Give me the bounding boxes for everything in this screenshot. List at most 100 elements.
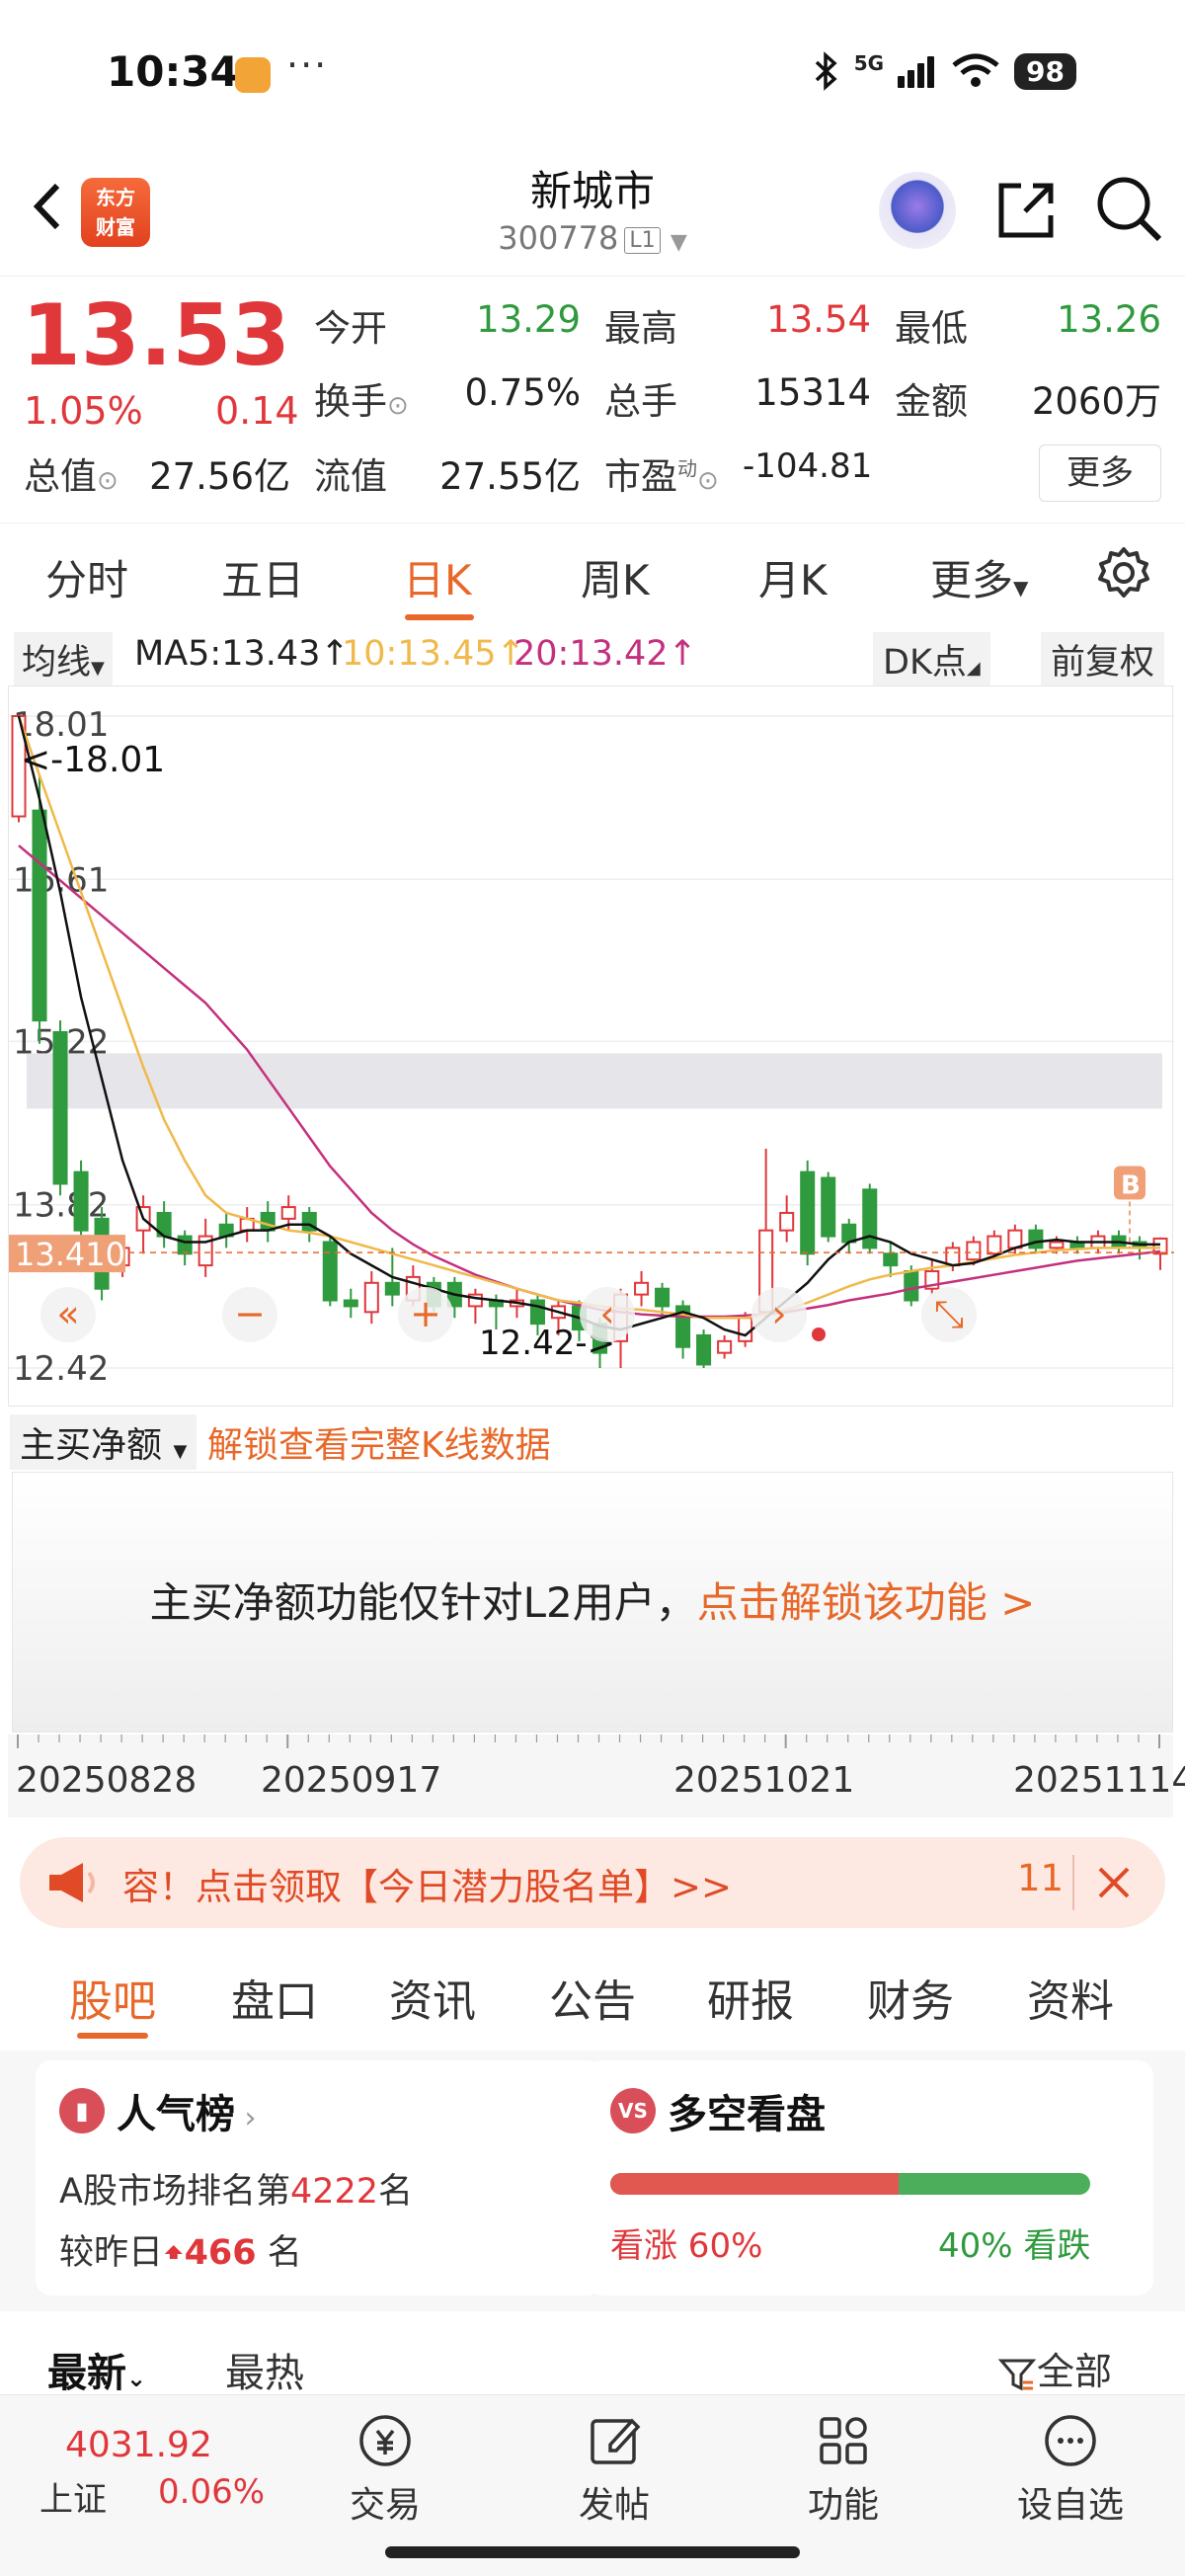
candle-body xyxy=(52,1030,68,1185)
candle-body xyxy=(73,1170,89,1232)
current-price: 13.53 xyxy=(22,286,291,385)
nav-trade[interactable]: 交易 xyxy=(316,2409,454,2528)
promo-banner[interactable]: 容！点击领取【今日潜力股名单】>> 11 xyxy=(20,1837,1165,1928)
tab-daily-k[interactable]: 日K xyxy=(403,547,472,607)
tab-more[interactable]: 更多▼ xyxy=(930,547,1028,607)
candle-body xyxy=(862,1188,878,1249)
l2-notice: 主买净额功能仅针对L2用户， xyxy=(149,1578,697,1627)
banner-count: 11 xyxy=(1017,1857,1065,1899)
tab-orderbook[interactable]: 盘口 xyxy=(231,1966,318,2029)
candle-body xyxy=(343,1299,358,1308)
pe-label[interactable]: 市盈动⊙ xyxy=(604,446,719,500)
sort-hot[interactable]: 最热 xyxy=(225,2341,304,2398)
index-name[interactable]: 上证 xyxy=(40,2472,107,2521)
candle-body xyxy=(966,1241,982,1261)
dk-point-button[interactable]: DK点◢ xyxy=(873,632,990,686)
battery-indicator: 98 xyxy=(1014,52,1076,90)
scroll-left-icon[interactable]: ‹ xyxy=(580,1287,635,1342)
more-quote-button[interactable]: 更多 xyxy=(1039,444,1161,502)
tab-weekly-k[interactable]: 周K xyxy=(581,547,650,607)
adjust-mode-button[interactable]: 前复权 xyxy=(1041,632,1165,686)
ma20-value: 20:13.42↑ xyxy=(514,634,697,674)
change-amount: 0.14 xyxy=(215,389,299,433)
nav-add-watchlist[interactable]: 设自选 xyxy=(1001,2409,1140,2528)
grid-icon xyxy=(820,2417,867,2464)
ranking-icon: ▮ xyxy=(59,2088,105,2133)
ma-legend-row: 均线▼ MA5:13.43↑ 10:13.45↑ 20:13.42↑ DK点◢ … xyxy=(0,628,1185,686)
tab-announcements[interactable]: 公告 xyxy=(549,1966,636,2029)
candle-body xyxy=(260,1211,276,1232)
filter-button[interactable]: 全部 xyxy=(997,2341,1112,2395)
signal-icon xyxy=(898,54,937,88)
tab-five-day[interactable]: 五日 xyxy=(221,547,304,607)
trade-icon xyxy=(359,2415,411,2466)
candle-body xyxy=(945,1247,961,1267)
tab-forum[interactable]: 股吧 xyxy=(69,1966,156,2029)
tab-intraday[interactable]: 分时 xyxy=(45,547,128,607)
info-icon: ⊙ xyxy=(697,466,719,496)
bull-bear-card[interactable]: VS 多空看盘 看涨 60% 40% 看跌 xyxy=(587,2060,1153,2295)
zoom-out-icon[interactable]: − xyxy=(222,1287,277,1342)
date-label: 20250828 xyxy=(16,1760,198,1801)
level-badge: L1 xyxy=(624,226,661,254)
nav-post[interactable]: 发帖 xyxy=(545,2409,683,2528)
candle-body xyxy=(800,1170,816,1255)
bluetooth-icon xyxy=(815,51,837,91)
l2-locked-panel[interactable]: 主买净额功能仅针对L2用户，点击解锁该功能 > xyxy=(12,1472,1173,1732)
high-value: 13.54 xyxy=(766,298,871,341)
close-icon[interactable] xyxy=(1094,1863,1134,1902)
more-notifications-icon: ··· xyxy=(286,43,329,87)
more-circle-icon xyxy=(1045,2415,1096,2466)
mktcap-value: 27.56亿 xyxy=(149,455,290,498)
tab-research[interactable]: 研报 xyxy=(707,1966,794,2029)
index-value[interactable]: 4031.92 xyxy=(65,2425,212,2465)
fullscreen-icon[interactable]: ⤡ xyxy=(921,1287,977,1342)
unlock-feature-link[interactable]: 点击解锁该功能 > xyxy=(697,1578,1036,1627)
candle-body xyxy=(177,1235,193,1255)
mktcap-label[interactable]: 总值⊙ xyxy=(24,446,118,500)
turnover-label[interactable]: 换手⊙ xyxy=(314,371,409,425)
fullscreen-icon-glyph: ⤡ xyxy=(934,1292,964,1335)
popularity-card[interactable]: ▮ 人气榜 › A股市场排名第4222名 较昨日🠹466 名 xyxy=(36,2060,602,2295)
candle-body xyxy=(1007,1229,1023,1249)
unlock-link[interactable]: 解锁查看完整K线数据 xyxy=(207,1416,551,1468)
tab-financials[interactable]: 财务 xyxy=(867,1966,954,2029)
tab-news[interactable]: 资讯 xyxy=(389,1966,476,2029)
kline-chart[interactable]: 18.0116.6115.2213.8212.4213.410<-18.0112… xyxy=(8,685,1174,1408)
notification-app-icon xyxy=(235,57,271,93)
index-change[interactable]: 0.06% xyxy=(158,2472,265,2512)
candle-body xyxy=(883,1252,899,1267)
tab-profile[interactable]: 资料 xyxy=(1027,1966,1114,2029)
candle-body xyxy=(717,1339,733,1354)
sub-indicator-select[interactable]: 主买净额 ▼ xyxy=(10,1414,198,1470)
date-label: 20251021 xyxy=(673,1760,855,1801)
amount-value: 2060万 xyxy=(1031,380,1161,423)
share-icon[interactable] xyxy=(991,174,1063,245)
zoom-in-icon[interactable]: + xyxy=(398,1287,453,1342)
bull-bear-title: 多空看盘 xyxy=(668,2092,826,2137)
gear-icon[interactable] xyxy=(1094,543,1153,603)
open-value: 13.29 xyxy=(476,298,581,341)
nav-functions[interactable]: 功能 xyxy=(774,2409,912,2528)
date-ticks xyxy=(17,1734,1160,1748)
high-marker: <-18.01 xyxy=(21,740,165,780)
rank-line: A股市场排名第4222名 xyxy=(59,2172,414,2212)
ma10-value: 10:13.45↑ xyxy=(342,634,525,674)
banner-text: 容！点击领取【今日潜力股名单】>> xyxy=(122,1866,733,1908)
ai-assistant-avatar[interactable] xyxy=(879,172,956,249)
indicator-select[interactable]: 均线▼ xyxy=(14,632,113,686)
search-icon[interactable] xyxy=(1092,172,1165,245)
rewind-icon[interactable]: « xyxy=(40,1287,96,1342)
candle-body xyxy=(821,1176,836,1238)
change-percent: 1.05% xyxy=(24,389,143,433)
current-price-label: 13.410 xyxy=(15,1236,125,1273)
compose-icon xyxy=(591,2418,641,2464)
date-axis: 20250828 20250917 20251021 20251114 xyxy=(8,1734,1185,1817)
sort-latest[interactable]: 最新⌄ xyxy=(47,2341,146,2398)
kline-svg[interactable]: 18.0116.6115.2213.8212.4213.410<-18.0112… xyxy=(9,686,1174,1408)
ma10-line xyxy=(17,715,1160,1320)
tab-monthly-k[interactable]: 月K xyxy=(758,547,828,607)
scroll-right-icon[interactable]: › xyxy=(751,1287,807,1342)
stock-header: 东方 财富 新城市 300778 L1 ▼ xyxy=(0,148,1185,277)
caret-down-icon: ▼ xyxy=(1013,576,1029,600)
